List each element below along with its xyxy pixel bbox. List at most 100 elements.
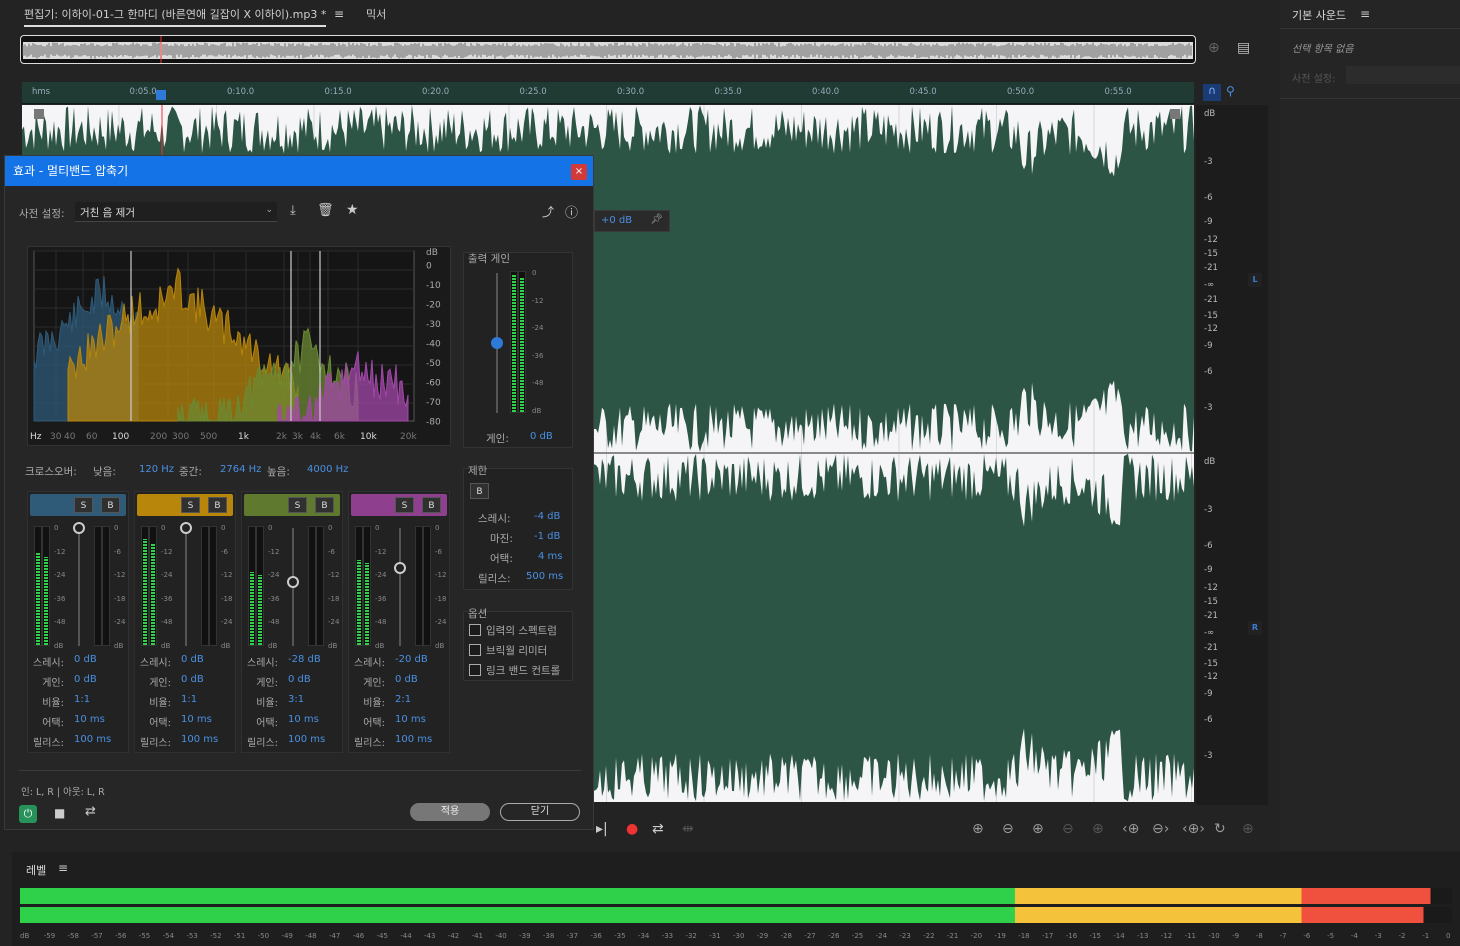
crossover-mid-value[interactable]: 2764 Hz — [220, 464, 261, 475]
favorite-star-icon[interactable]: ★ — [346, 202, 359, 218]
band-bypass-button[interactable]: B — [422, 497, 441, 513]
band-attack-value[interactable]: 10 ms — [288, 714, 319, 725]
zoom-navigator-icon[interactable]: ⊕ — [1208, 40, 1220, 56]
zoom-in-time-icon[interactable]: ⊕ — [1032, 821, 1044, 837]
limiter-margin-value[interactable]: -1 dB — [534, 531, 560, 542]
playhead-icon[interactable] — [156, 90, 166, 100]
zoom-selection-icon[interactable]: ‹⊕› — [1182, 821, 1205, 837]
band-attack-value[interactable]: 10 ms — [74, 714, 105, 725]
hud-gain[interactable]: +0 dB 📌︎ — [594, 210, 670, 232]
output-gain-value[interactable]: 0 dB — [530, 431, 553, 442]
hud-gain-value[interactable]: +0 dB — [601, 215, 632, 226]
limiter-attack-value[interactable]: 4 ms — [538, 551, 563, 562]
dialog-close-icon[interactable]: × — [571, 164, 587, 180]
link-bands-checkbox[interactable] — [469, 664, 481, 676]
band-tick: -12 — [221, 571, 233, 579]
zoom-out-time-icon[interactable]: ⊖ — [1062, 821, 1074, 837]
zoom-out-point-icon[interactable]: ⊖› — [1152, 821, 1169, 837]
band-threshold-knob[interactable] — [180, 522, 192, 534]
loop-preview-icon[interactable]: ⇄ — [85, 804, 96, 819]
zoom-reset-icon[interactable]: ↻ — [1214, 821, 1226, 837]
limiter-bypass-button[interactable]: B — [470, 483, 489, 499]
band-ratio-value[interactable]: 1:1 — [181, 694, 197, 705]
band-solo-button[interactable]: S — [395, 497, 414, 513]
spectral-view-icon[interactable]: ▤ — [1237, 40, 1250, 56]
band-bypass-button[interactable]: B — [315, 497, 334, 513]
band-threshold-value[interactable]: 0 dB — [74, 654, 97, 665]
route-icon[interactable]: ⤴ — [542, 203, 554, 220]
skip-end-icon[interactable]: ▸| — [596, 821, 608, 837]
crossover-low-value[interactable]: 120 Hz — [139, 464, 174, 475]
tab-editor[interactable]: 편집기: 이하이-01-그 한마디 (바른연애 길잡이 X 이하이).mp3 * — [24, 6, 327, 27]
snap-icon[interactable]: ∩ — [1203, 84, 1221, 101]
spectrum-graph[interactable]: dB 0 -10 -20 -30 -40 -50 -60 -70 -80 Hz 30 40 60 100 2… — [27, 246, 451, 446]
save-preset-icon[interactable]: ⤓ — [290, 203, 296, 218]
band-gain-value[interactable]: 0 dB — [74, 674, 97, 685]
close-button[interactable]: 닫기 — [500, 803, 580, 821]
band-header[interactable]: SB — [30, 494, 126, 516]
band-release-value[interactable]: 100 ms — [288, 734, 325, 745]
stop-icon[interactable]: ■ — [54, 806, 65, 820]
marker-icon[interactable]: ⚲ — [1226, 84, 1235, 98]
band-ratio-value[interactable]: 1:1 — [74, 694, 90, 705]
zoom-track-icon[interactable]: ⊕ — [1242, 821, 1254, 837]
band-header[interactable]: SB — [137, 494, 233, 516]
band-solo-button[interactable]: S — [288, 497, 307, 513]
band-threshold-knob[interactable] — [287, 576, 299, 588]
time-ruler[interactable]: hms 0:05.0 0:10.0 0:15.0 0:20.0 0:25.0 0:30.0 0… — [22, 82, 1210, 104]
band-header[interactable]: SB — [244, 494, 340, 516]
band-ratio-value[interactable]: 2:1 — [395, 694, 411, 705]
zoom-out-amplitude-icon[interactable]: ⊖ — [1002, 821, 1014, 837]
info-icon[interactable]: ⓘ — [565, 202, 578, 221]
level-menu-icon[interactable]: ≡ — [58, 861, 68, 875]
band-solo-button[interactable]: S — [181, 497, 200, 513]
band-attack-value[interactable]: 10 ms — [181, 714, 212, 725]
band-tick: -24 — [161, 571, 173, 579]
band-gain-value[interactable]: 0 dB — [288, 674, 311, 685]
skip-icon[interactable]: ⇹ — [682, 821, 694, 837]
band-release-value[interactable]: 100 ms — [395, 734, 432, 745]
zoom-in-point-icon[interactable]: ‹⊕ — [1122, 821, 1139, 837]
band-ratio-value[interactable]: 3:1 — [288, 694, 304, 705]
spectrum-input-checkbox[interactable] — [469, 624, 481, 636]
band-gain-value[interactable]: 0 dB — [181, 674, 204, 685]
band-bypass-button[interactable]: B — [208, 497, 227, 513]
brickwall-checkbox[interactable] — [469, 644, 481, 656]
tab-mixer[interactable]: 믹서 — [366, 6, 386, 22]
band-release-value[interactable]: 100 ms — [181, 734, 218, 745]
band-release-value[interactable]: 100 ms — [74, 734, 111, 745]
limiter-threshold-value[interactable]: -4 dB — [534, 511, 560, 522]
band-threshold-track[interactable] — [399, 528, 401, 646]
limiter-release-value[interactable]: 500 ms — [526, 571, 563, 582]
channel-right-badge[interactable]: R — [1248, 621, 1262, 635]
power-icon[interactable]: ⏻ — [19, 805, 37, 823]
loop-icon[interactable]: ⇄ — [652, 821, 664, 837]
zoom-full-icon[interactable]: ⊕ — [1092, 821, 1104, 837]
band-threshold-track[interactable] — [78, 528, 80, 646]
tab-menu-icon[interactable]: ≡ — [334, 7, 344, 21]
preset-select[interactable] — [1346, 66, 1460, 84]
band-bypass-button[interactable]: B — [101, 497, 120, 513]
band-threshold-track[interactable] — [185, 528, 187, 646]
band-gr-meter-l — [308, 526, 316, 646]
band-threshold-value[interactable]: -28 dB — [288, 654, 321, 665]
band-threshold-knob[interactable] — [394, 562, 406, 574]
band-threshold-value[interactable]: 0 dB — [181, 654, 204, 665]
band-header[interactable]: SB — [351, 494, 447, 516]
band-solo-button[interactable]: S — [74, 497, 93, 513]
band-threshold-value[interactable]: -20 dB — [395, 654, 428, 665]
delete-preset-icon[interactable]: 🗑︎ — [317, 203, 334, 218]
panel-menu-icon[interactable]: ≡ — [1360, 7, 1370, 21]
band-threshold-knob[interactable] — [73, 522, 85, 534]
band-gain-value[interactable]: 0 dB — [395, 674, 418, 685]
apply-button[interactable]: 적용 — [410, 803, 490, 821]
pin-icon[interactable]: 📌︎ — [650, 214, 663, 225]
band-attack-value[interactable]: 10 ms — [395, 714, 426, 725]
zoom-in-amplitude-icon[interactable]: ⊕ — [972, 821, 984, 837]
output-gain-knob[interactable] — [491, 337, 503, 349]
channel-left-badge[interactable]: L — [1248, 273, 1262, 287]
record-icon[interactable]: ● — [626, 821, 638, 837]
preset-dropdown[interactable]: 거친 음 제거 ⌄ — [75, 202, 277, 222]
overview-waveform[interactable] — [20, 35, 1196, 64]
crossover-high-value[interactable]: 4000 Hz — [307, 464, 348, 475]
